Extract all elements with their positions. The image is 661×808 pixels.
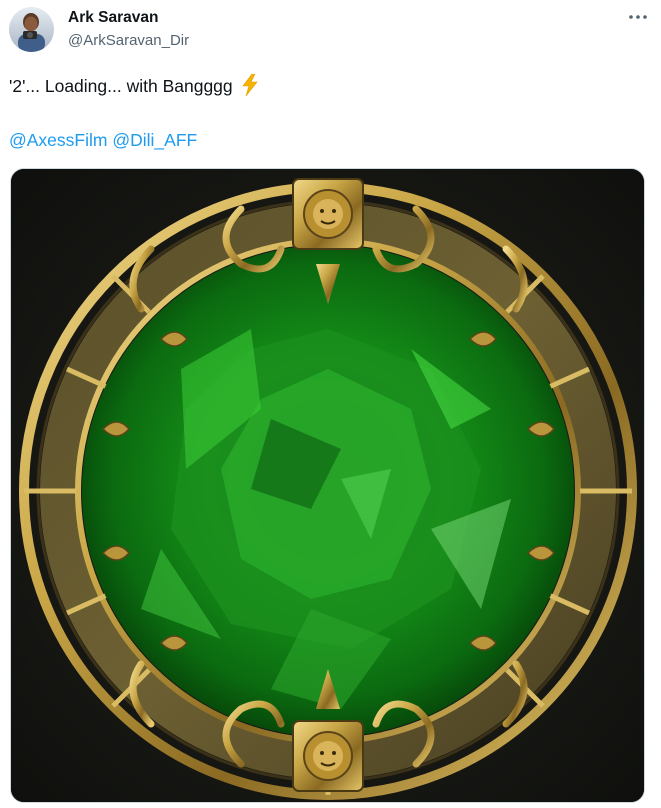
emerald-ring-illustration [11, 169, 644, 802]
author-handle[interactable]: @ArkSaravan_Dir [68, 31, 189, 51]
author-block: Ark Saravan @ArkSaravan_Dir [68, 8, 189, 51]
tweet-text-body: '2'... Loading... with Bangggg [9, 76, 233, 96]
high-voltage-icon [241, 73, 259, 97]
tweet-text: '2'... Loading... with Bangggg [9, 73, 259, 98]
avatar-image [9, 7, 54, 52]
mention-link-dili-aff[interactable]: @Dili_AFF [112, 130, 197, 150]
more-options-icon[interactable] [627, 9, 649, 25]
tweet-media-image[interactable] [10, 168, 645, 803]
emerald-gem [82, 245, 574, 737]
avatar[interactable] [9, 7, 54, 52]
tweet-mentions: @AxessFilm @Dili_AFF [9, 128, 197, 152]
mention-link-axessfilm[interactable]: @AxessFilm [9, 130, 107, 150]
tweet: Ark Saravan @ArkSaravan_Dir '2'... Loadi… [0, 0, 661, 808]
author-display-name[interactable]: Ark Saravan [68, 8, 189, 28]
